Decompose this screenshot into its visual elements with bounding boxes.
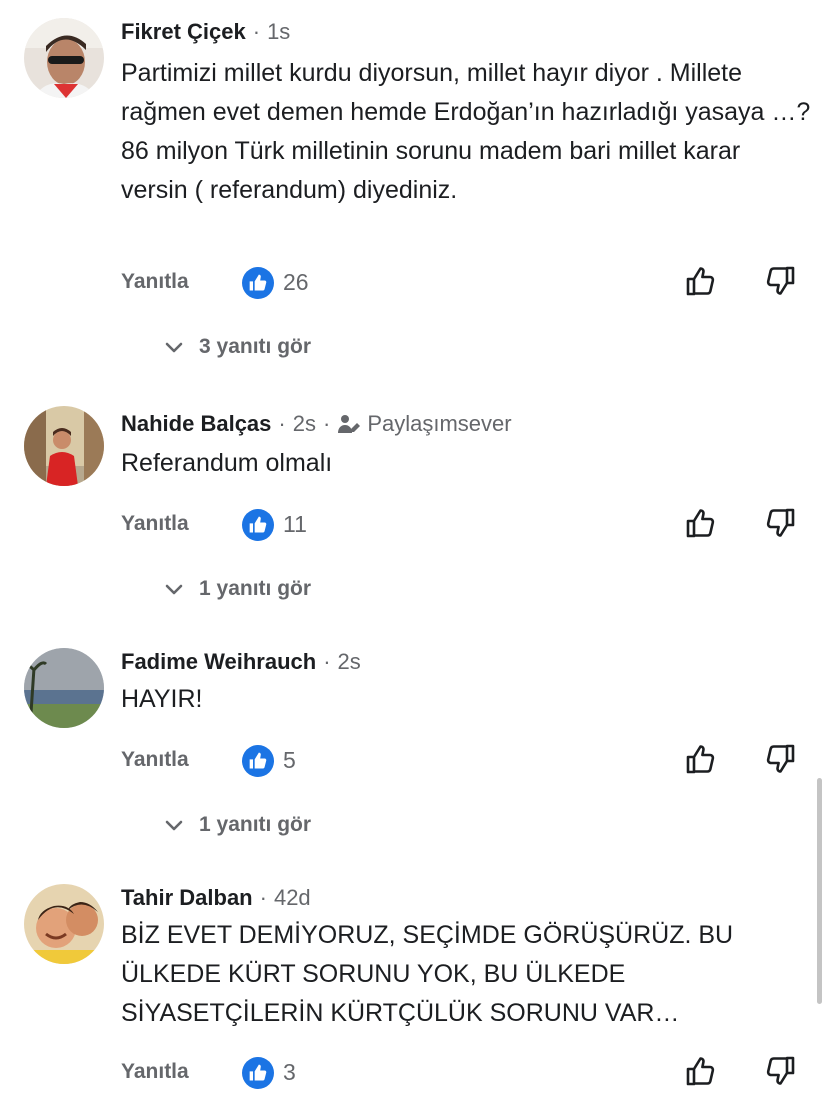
view-replies-label: 1 yanıtı gör (199, 813, 312, 836)
separator-dot: · (259, 885, 267, 910)
view-replies-button[interactable]: 1 yanıtı gör (163, 810, 311, 840)
view-replies-label: 3 yanıtı gör (199, 335, 312, 358)
separator-dot: · (278, 411, 286, 436)
view-replies-button[interactable]: 3 yanıtı gör (163, 332, 311, 362)
author-name[interactable]: Tahir Dalban (121, 885, 253, 911)
author-name[interactable]: Nahide Balças (121, 411, 271, 437)
chevron-down-icon (163, 578, 185, 600)
comment-actions: Yanıtla 26 (0, 264, 828, 304)
like-count[interactable]: 5 (283, 747, 296, 774)
thumbs-down-icon[interactable] (763, 742, 797, 776)
thumbs-up-icon[interactable] (684, 1054, 718, 1088)
comment-text: HAYIR! (121, 685, 203, 713)
comment-header: Fikret Çiçek · 1s (121, 16, 290, 48)
like-count[interactable]: 11 (283, 511, 307, 538)
like-reaction-icon[interactable] (242, 509, 274, 541)
avatar[interactable] (24, 884, 104, 964)
like-count[interactable]: 3 (283, 1059, 296, 1086)
like-count[interactable]: 26 (283, 269, 309, 296)
reply-button[interactable]: Yanıtla (121, 270, 189, 294)
timestamp[interactable]: 1s (267, 19, 290, 45)
avatar[interactable] (24, 18, 104, 98)
thumbs-down-icon[interactable] (763, 1054, 797, 1088)
comment-actions: Yanıtla 11 (0, 506, 828, 546)
timestamp[interactable]: 2s (293, 411, 316, 437)
comment-text: Referandum olmalı (121, 449, 333, 477)
badge-label[interactable]: Paylaşımsever (367, 411, 511, 437)
reply-button[interactable]: Yanıtla (121, 748, 189, 772)
comment-text: Partimizi millet kurdu diyorsun, millet … (121, 59, 811, 204)
scrollbar[interactable] (817, 778, 822, 1004)
separator-dot: · (322, 411, 331, 436)
thumbs-up-icon[interactable] (684, 264, 718, 298)
thumbs-down-icon[interactable] (763, 264, 797, 298)
comment-header: Nahide Balças · 2s · Paylaşımsever (121, 408, 512, 440)
author-name[interactable]: Fadime Weihrauch (121, 649, 316, 675)
top-contributor-icon (337, 413, 361, 435)
timestamp[interactable]: 42d (274, 885, 311, 911)
chevron-down-icon (163, 814, 185, 836)
comment-actions: Yanıtla 5 (0, 742, 828, 782)
thumbs-up-icon[interactable] (684, 742, 718, 776)
separator-dot: · (252, 19, 261, 44)
view-replies-button[interactable]: 1 yanıtı gör (163, 574, 311, 604)
like-reaction-icon[interactable] (242, 745, 274, 777)
comment-header: Fadime Weihrauch · 2s (121, 646, 361, 678)
like-reaction-icon[interactable] (242, 267, 274, 299)
chevron-down-icon (163, 336, 185, 358)
author-name[interactable]: Fikret Çiçek (121, 19, 246, 45)
reply-button[interactable]: Yanıtla (121, 512, 189, 536)
thumbs-down-icon[interactable] (763, 506, 797, 540)
separator-dot: · (323, 649, 331, 674)
avatar[interactable] (24, 648, 104, 728)
view-replies-label: 1 yanıtı gör (199, 577, 312, 600)
like-reaction-icon[interactable] (242, 1057, 274, 1089)
comment-actions: Yanıtla 3 (0, 1054, 828, 1094)
avatar[interactable] (24, 406, 104, 486)
thumbs-up-icon[interactable] (684, 506, 718, 540)
comment-header: Tahir Dalban · 42d (121, 882, 311, 914)
reply-button[interactable]: Yanıtla (121, 1060, 189, 1084)
comment-text: BİZ EVET DEMİYORUZ, SEÇİMDE GÖRÜŞÜRÜZ. B… (121, 921, 734, 1027)
timestamp[interactable]: 2s (338, 649, 361, 675)
